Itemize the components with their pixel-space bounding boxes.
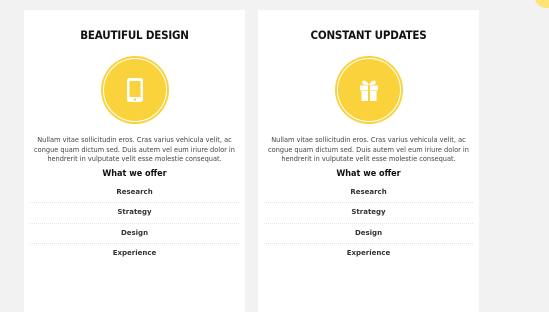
corner-accent: [535, 0, 549, 8]
feature-card-constant-updates: CONSTANT UPDATES Nullam vitae sollicitud…: [258, 10, 479, 312]
offer-item-strategy: Strategy: [30, 203, 239, 224]
card-title: CONSTANT UPDATES: [310, 28, 427, 42]
card-description: Nullam vitae sollicitudin eros. Cras var…: [268, 136, 469, 164]
offer-list: Research Strategy Design Experience: [30, 183, 239, 265]
card-description: Nullam vitae sollicitudin eros. Cras var…: [34, 136, 235, 164]
offer-item-design: Design: [30, 224, 239, 245]
offer-item-research: Research: [264, 183, 473, 204]
offer-item-design: Design: [264, 224, 473, 245]
offer-item-experience: Experience: [346, 249, 391, 258]
offer-item-experience: Experience: [112, 249, 157, 258]
gift-icon: [334, 56, 403, 124]
tablet-icon: [100, 56, 169, 124]
offer-item-strategy: Strategy: [264, 203, 473, 224]
offer-item-research: Research: [30, 183, 239, 204]
offer-heading: What we offer: [102, 168, 167, 179]
card-title: BEAUTIFUL DESIGN: [80, 28, 189, 42]
offer-heading: What we offer: [336, 168, 401, 179]
feature-card-beautiful-design: BEAUTIFUL DESIGN Nullam vitae sollicitud…: [24, 10, 245, 312]
offer-list: Research Strategy Design Experience: [264, 183, 473, 265]
